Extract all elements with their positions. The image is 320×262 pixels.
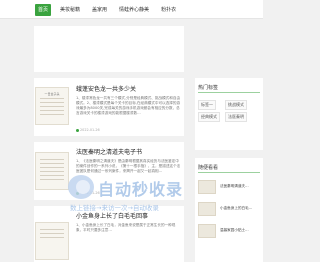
recommend-thumbnail[interactable] bbox=[198, 224, 216, 238]
watermark-title: 自动秒收录 bbox=[98, 180, 184, 199]
article-thumbnail[interactable] bbox=[35, 222, 69, 260]
watermark-overlay: 自动秒收录 数上链接→来访一次→自动收录 bbox=[68, 174, 218, 214]
article-thumbnail[interactable]: 一日全子头 bbox=[35, 87, 69, 125]
recommend-title[interactable]: 小金鱼身上的白毛... bbox=[220, 206, 252, 211]
article-card[interactable]: 小金鱼身上长了白毛毛回事 1、小金鱼身上长了白毛，对金鱼来说是属于正常生长的一种… bbox=[34, 206, 184, 262]
recommend-title[interactable]: 温馨家园小贴士... bbox=[220, 228, 249, 233]
tags-widget: 热门标签 标签一 挑战模式 经典模式 法医秦明 bbox=[195, 78, 263, 150]
nav-item-home-use[interactable]: 盖家用 bbox=[89, 4, 110, 16]
nav-item-home[interactable]: 首页 bbox=[35, 4, 52, 16]
nav-item-wellness[interactable]: 情蛙养心静美 bbox=[116, 4, 152, 16]
nav-item-puff[interactable]: 粉扑衣 bbox=[158, 4, 179, 16]
top-navigation-bar: 首页 美妆秘籍 盖家用 情蛙养心静美 粉扑衣 bbox=[0, 0, 263, 19]
recommend-heading: 随便看看 bbox=[198, 165, 219, 171]
recommend-item[interactable]: 温馨家园小贴士... bbox=[198, 224, 260, 240]
article-excerpt: 1、楼漆常色龙一共有三个模式,分别是经典模式、挑战模式和自由模式。2、楼漆模式是… bbox=[76, 96, 181, 115]
nav-item-beauty[interactable]: 美妆秘籍 bbox=[57, 4, 83, 16]
tag-link[interactable]: 标签一 bbox=[198, 100, 216, 110]
banner-area bbox=[34, 26, 184, 72]
clock-icon bbox=[76, 128, 79, 132]
article-excerpt: 1、小金鱼身上长了白毛，对金鱼来说是属于正常生长的一种现象，平时只要多注意… bbox=[76, 223, 176, 232]
recommend-title[interactable]: 法医秦明清道夫... bbox=[220, 184, 249, 189]
tags-heading: 热门标签 bbox=[198, 85, 219, 91]
thumbnail-caption: 一日全子头 bbox=[44, 92, 60, 96]
tag-link[interactable]: 挑战模式 bbox=[225, 100, 247, 110]
article-title[interactable]: 蛾蓬安色龙一共多少关 bbox=[76, 84, 136, 93]
article-card[interactable]: 一日全子头 蛾蓬安色龙一共多少关 1、楼漆常色龙一共有三个模式,分别是经典模式、… bbox=[34, 78, 184, 136]
article-thumbnail[interactable] bbox=[35, 152, 69, 190]
article-title[interactable]: 法医秦明之清道夫电子书 bbox=[76, 147, 142, 156]
article-meta: 2022-01-26 bbox=[76, 128, 100, 132]
main-nav: 首页 美妆秘籍 盖家用 情蛙养心静美 粉扑衣 bbox=[35, 4, 179, 16]
tag-link[interactable]: 法医秦明 bbox=[225, 112, 247, 122]
article-list: 一日全子头 蛾蓬安色龙一共多少关 1、楼漆常色龙一共有三个模式,分别是经典模式、… bbox=[34, 26, 184, 262]
tag-link[interactable]: 经典模式 bbox=[198, 112, 220, 122]
watermark-subtitle: 数上链接→来访一次→自动收录 bbox=[70, 204, 159, 212]
